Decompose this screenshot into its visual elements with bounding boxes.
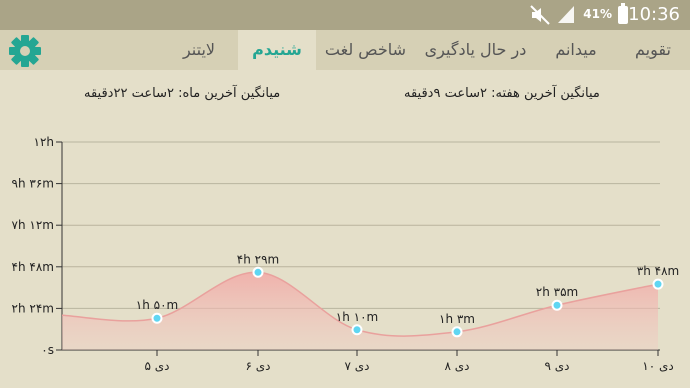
y-tick-label: ۱۲h bbox=[34, 135, 55, 149]
signal-icon bbox=[558, 6, 574, 23]
data-point[interactable] bbox=[652, 278, 664, 290]
point-label: ۱h ۵۰m bbox=[136, 298, 178, 312]
x-tick-label: ۸ دی bbox=[444, 359, 469, 373]
x-tick-label: ۹ دی bbox=[544, 359, 569, 373]
data-point[interactable] bbox=[551, 299, 563, 311]
usage-chart: ۰s ۲h ۲۴m ۴h ۴۸m ۷h ۱۲m ۹h ۳۶m ۱۲h ۱h ۵۰m ۴h ۲… bbox=[12, 135, 680, 373]
point-label: ۳h ۴۸m bbox=[637, 264, 679, 278]
status-bar: 41% 10:36 bbox=[0, 0, 690, 30]
point-label: ۲h ۳۵m bbox=[536, 285, 578, 299]
data-point[interactable] bbox=[252, 266, 264, 278]
data-point[interactable] bbox=[351, 324, 363, 336]
point-label: ۴h ۲۹m bbox=[237, 252, 279, 266]
x-tick-label: ۶ دی bbox=[245, 359, 270, 373]
week-average: میانگین آخرین هفته: ۲ساعت ۹دقیقه bbox=[404, 86, 600, 101]
x-tick-label: ۷ دی bbox=[344, 359, 369, 373]
tab-learning[interactable]: در حال یادگیری bbox=[415, 30, 536, 70]
y-tick-label: ۹h ۳۶m bbox=[12, 177, 54, 191]
x-tick-label: ۱۰ دی bbox=[642, 359, 673, 373]
tab-word-index[interactable]: شاخص لغت bbox=[316, 30, 415, 70]
tab-calendar[interactable]: تقویم bbox=[616, 30, 690, 70]
tab-bar: تقویم میدانم در حال یادگیری شاخص لغت شنی… bbox=[0, 30, 690, 70]
gear-icon[interactable] bbox=[8, 34, 42, 68]
battery-percent: 41% bbox=[583, 7, 612, 21]
x-tick-label: ۵ دی bbox=[144, 359, 169, 373]
y-tick-label: ۰s bbox=[41, 343, 54, 357]
clock: 10:36 bbox=[628, 4, 680, 25]
data-point[interactable] bbox=[151, 312, 163, 324]
mute-icon bbox=[530, 5, 550, 25]
tab-leitner[interactable]: لایتنر bbox=[160, 30, 238, 70]
battery-icon bbox=[618, 3, 628, 24]
tab-heard[interactable]: شنیدم bbox=[238, 30, 316, 70]
month-average: میانگین آخرین ماه: ۲ساعت ۲۲دقیقه bbox=[84, 86, 281, 101]
tab-known[interactable]: میدانم bbox=[536, 30, 616, 70]
y-tick-label: ۴h ۴۸m bbox=[12, 260, 54, 274]
y-tick-label: ۲h ۲۴m bbox=[12, 301, 54, 315]
point-label: ۱h ۱۰m bbox=[336, 310, 378, 324]
data-point[interactable] bbox=[451, 326, 463, 338]
y-tick-label: ۷h ۱۲m bbox=[12, 218, 54, 232]
point-label: ۱h ۳m bbox=[439, 312, 475, 326]
